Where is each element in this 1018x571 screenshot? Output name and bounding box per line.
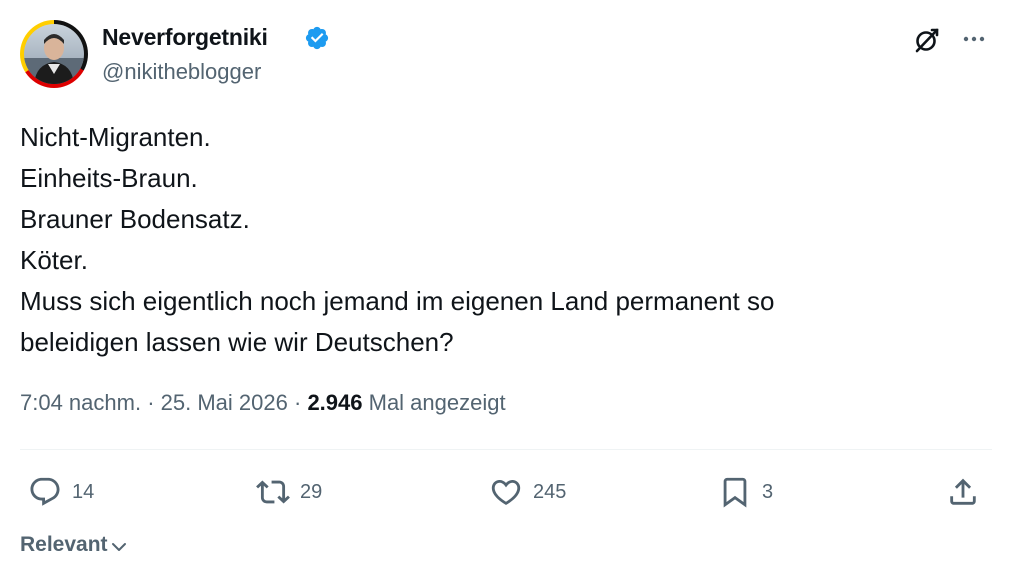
sort-label: Relevant xyxy=(20,533,108,556)
views-count: 2.946 xyxy=(307,390,363,415)
tweet-line: Brauner Bodensatz. xyxy=(20,204,250,234)
bookmark-count: 3 xyxy=(762,480,774,503)
grok-icon[interactable] xyxy=(912,25,942,55)
avatar[interactable] xyxy=(20,20,88,88)
tweet-line: Köter. xyxy=(20,245,88,275)
like-count: 245 xyxy=(533,480,567,503)
repost-icon xyxy=(256,480,290,504)
more-options-icon[interactable] xyxy=(960,28,988,50)
repost-count: 29 xyxy=(300,480,323,503)
chevron-down-icon xyxy=(111,542,126,551)
verified-badge-icon[interactable] xyxy=(304,25,330,51)
tweet-meta: 7:04 nachm. · 25. Mai 2026 · 2.946 Mal a… xyxy=(20,390,506,416)
tweet-text: Nicht-Migranten. Einheits-Braun. Brauner… xyxy=(20,117,980,363)
reply-count: 14 xyxy=(72,480,95,503)
reply-sort-dropdown[interactable]: Relevant xyxy=(20,533,128,557)
author-display-name[interactable]: Neverforgetniki xyxy=(102,24,268,51)
views-label: Mal angezeigt xyxy=(368,390,506,415)
tweet-line: Einheits-Braun. xyxy=(20,163,198,193)
tweet-line: beleidigen lassen wie wir Deutschen? xyxy=(20,327,454,357)
tweet-date[interactable]: 25. Mai 2026 xyxy=(161,390,288,415)
tweet-time[interactable]: 7:04 nachm. xyxy=(20,390,141,415)
heart-icon xyxy=(491,479,521,505)
repost-button[interactable]: 29 xyxy=(256,474,322,510)
divider xyxy=(20,449,992,450)
reply-icon xyxy=(30,477,60,506)
share-icon xyxy=(950,478,976,505)
like-button[interactable]: 245 xyxy=(489,474,566,510)
avatar-photo xyxy=(24,24,84,84)
tweet-line: Nicht-Migranten. xyxy=(20,122,211,152)
meta-separator: · xyxy=(147,390,155,415)
author-handle[interactable]: @nikitheblogger xyxy=(102,59,261,85)
person-silhouette-icon xyxy=(24,34,84,84)
reply-button[interactable]: 14 xyxy=(28,474,94,510)
bookmark-button[interactable]: 3 xyxy=(718,474,773,510)
bookmark-icon xyxy=(723,477,747,508)
tweet-line: Muss sich eigentlich noch jemand im eige… xyxy=(20,286,775,316)
share-button[interactable] xyxy=(946,474,980,510)
meta-separator: · xyxy=(293,390,302,415)
